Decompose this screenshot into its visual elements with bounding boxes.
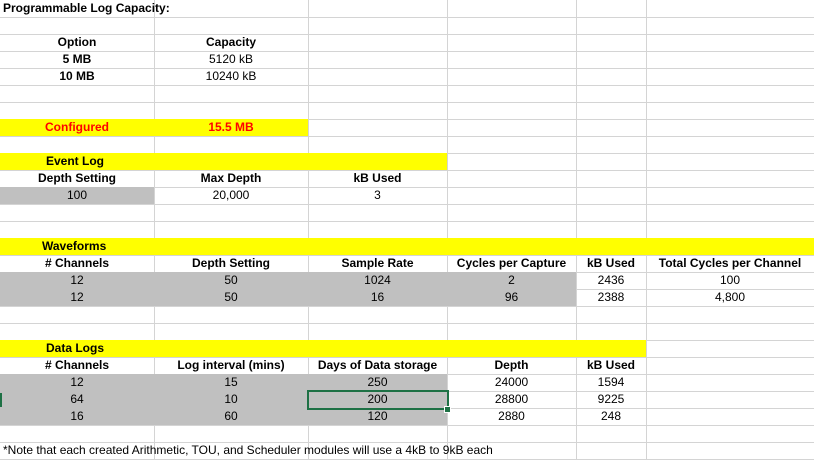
waveforms-depth-setting-input[interactable]: 50 [154,289,308,306]
data-logs-header-log-interval[interactable]: Log interval (mins) [154,357,308,374]
waveforms-cycles-per-capture-input[interactable]: 96 [447,289,576,306]
data-logs-header-kb-used[interactable]: kB Used [576,357,646,374]
data-logs-title[interactable]: Data Logs [46,340,196,357]
gridline [0,102,814,103]
sheet-title: Programmable Log Capacity: [3,1,170,15]
event-log-kb-used-cell[interactable]: 3 [308,187,447,204]
gridline [0,323,814,324]
data-logs-kb-used-cell[interactable]: 9225 [576,391,646,408]
gridline [0,425,814,426]
data-logs-header-depth[interactable]: Depth [447,357,576,374]
event-log-header-kb-used[interactable]: kB Used [308,170,447,187]
data-logs-kb-used-cell[interactable]: 1594 [576,374,646,391]
waveforms-title[interactable]: Waveforms [42,238,192,255]
configured-value[interactable]: 15.5 MB [154,119,308,136]
gridline [0,17,814,18]
waveforms-header-cycles-per-capture[interactable]: Cycles per Capture [447,255,576,272]
waveforms-header-total-cycles[interactable]: Total Cycles per Channel [646,255,814,272]
data-logs-header-channels[interactable]: # Channels [0,357,154,374]
capacity-header-capacity[interactable]: Capacity [154,34,308,51]
event-log-header-depth-setting[interactable]: Depth Setting [0,170,154,187]
configured-label[interactable]: Configured [0,119,154,136]
data-logs-header-days-storage[interactable]: Days of Data storage [308,357,447,374]
capacity-option-cell[interactable]: 5 MB [0,51,154,68]
waveforms-depth-setting-input[interactable]: 50 [154,272,308,289]
gridline [0,221,814,222]
active-cell-selection[interactable] [307,390,449,410]
waveforms-header-channels[interactable]: # Channels [0,255,154,272]
data-logs-days-storage-input[interactable]: 120 [308,408,447,425]
gridline [0,204,814,205]
gridline [0,306,814,307]
gridline [0,136,814,137]
waveforms-channels-input[interactable]: 12 [0,272,154,289]
data-logs-depth-cell[interactable]: 24000 [447,374,576,391]
fill-handle[interactable] [444,406,451,413]
waveforms-sample-rate-input[interactable]: 1024 [308,272,447,289]
data-logs-channels-input[interactable]: 16 [0,408,154,425]
capacity-option-cell[interactable]: 10 MB [0,68,154,85]
capacity-value-cell[interactable]: 10240 kB [154,68,308,85]
waveforms-kb-used-cell[interactable]: 2436 [576,272,646,289]
row-selection-marker [0,393,2,407]
waveforms-total-cycles-cell[interactable]: 100 [646,272,814,289]
data-logs-interval-input[interactable]: 15 [154,374,308,391]
data-logs-channels-input[interactable]: 64 [0,391,154,408]
gridline [646,0,647,460]
footnote: *Note that each created Arithmetic, TOU,… [3,443,493,457]
capacity-header-option[interactable]: Option [0,34,154,51]
data-logs-channels-input[interactable]: 12 [0,374,154,391]
waveforms-kb-used-cell[interactable]: 2388 [576,289,646,306]
event-log-header-max-depth[interactable]: Max Depth [154,170,308,187]
capacity-value-cell[interactable]: 5120 kB [154,51,308,68]
waveforms-header-depth-setting[interactable]: Depth Setting [154,255,308,272]
waveforms-header-kb-used[interactable]: kB Used [576,255,646,272]
event-log-max-depth-cell[interactable]: 20,000 [154,187,308,204]
spreadsheet-grid[interactable]: Programmable Log Capacity: Option Capaci… [0,0,814,460]
data-logs-interval-input[interactable]: 60 [154,408,308,425]
gridline [0,85,814,86]
data-logs-depth-cell[interactable]: 28800 [447,391,576,408]
data-logs-interval-input[interactable]: 10 [154,391,308,408]
waveforms-channels-input[interactable]: 12 [0,289,154,306]
waveforms-cycles-per-capture-input[interactable]: 2 [447,272,576,289]
data-logs-depth-cell[interactable]: 2880 [447,408,576,425]
waveforms-total-cycles-cell[interactable]: 4,800 [646,289,814,306]
data-logs-days-storage-input[interactable]: 250 [308,374,447,391]
data-logs-kb-used-cell[interactable]: 248 [576,408,646,425]
waveforms-header-sample-rate[interactable]: Sample Rate [308,255,447,272]
event-log-title[interactable]: Event Log [46,153,196,170]
waveforms-sample-rate-input[interactable]: 16 [308,289,447,306]
event-log-depth-setting-input[interactable]: 100 [0,187,154,204]
